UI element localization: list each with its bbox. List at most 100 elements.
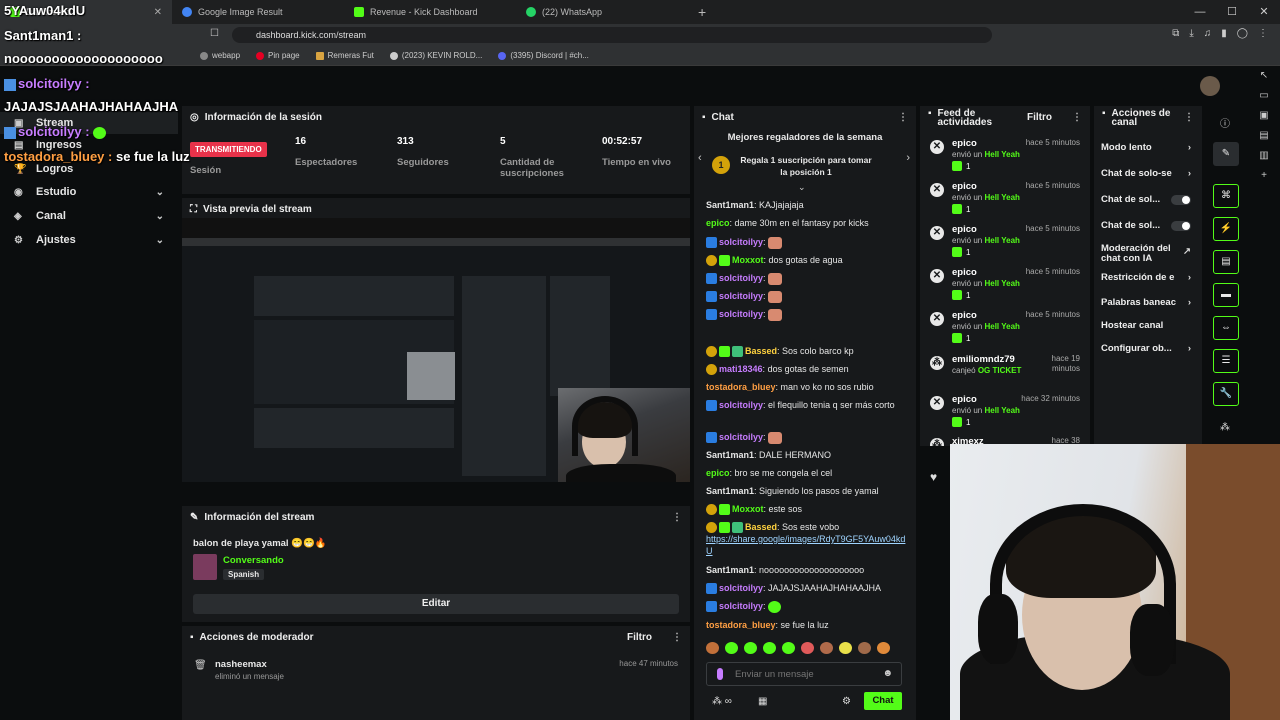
category-name[interactable]: Conversando (223, 555, 284, 566)
chat-username[interactable]: Sant1man1 (706, 450, 754, 460)
heart-icon[interactable]: ♥ (930, 470, 937, 484)
tab-whatsapp[interactable]: (22) WhatsApp (516, 0, 688, 24)
url-input[interactable]: dashboard.kick.com/stream (232, 27, 992, 43)
emote-icon[interactable] (877, 642, 890, 654)
emote-icon[interactable] (763, 642, 776, 654)
bookmark-discord[interactable]: (3395) Discord | #ch... (498, 51, 589, 60)
link-quick-action-button[interactable]: ⇔ (1213, 316, 1239, 340)
close-window-icon[interactable]: ✕ (1248, 0, 1280, 24)
chat-username[interactable]: Sant1man1 (706, 200, 754, 210)
channel-action-item[interactable]: Chat de sol... (1101, 195, 1199, 205)
bookmark-webapp[interactable]: webapp (200, 51, 240, 60)
tab-revenue[interactable]: Revenue - Kick Dashboard (344, 0, 516, 24)
chat-link[interactable]: https://share.google/images/RdyT9GF5YAuw… (706, 534, 905, 556)
more-icon[interactable]: ⋮ (672, 632, 682, 643)
flash-quick-action-button[interactable]: ⚡ (1213, 217, 1239, 241)
new-tab-button[interactable]: + (688, 4, 716, 20)
bookmark-remeras-fut[interactable]: Remeras Fut (315, 51, 374, 60)
layout-quick-action-button[interactable]: ☰ (1213, 349, 1239, 373)
chat-username[interactable]: epico (706, 218, 730, 228)
store-icon[interactable]: ▦ (758, 696, 767, 707)
channel-action-item[interactable]: Palabras baneac › (1101, 298, 1199, 308)
reading-icon[interactable]: ▥ (1254, 150, 1274, 161)
chat-username[interactable]: epico (706, 468, 730, 478)
emote-icon[interactable] (725, 642, 738, 654)
more-icon[interactable]: ⋮ (1184, 113, 1194, 123)
filter-button[interactable]: Filtro (1027, 113, 1052, 123)
edit-button[interactable]: Editar (193, 594, 679, 614)
emote-icon[interactable] (801, 642, 814, 654)
users-icon[interactable]: ⁂ ∞ (712, 696, 732, 707)
cursor-icon[interactable]: ↖ (1254, 70, 1274, 81)
chevron-right-icon[interactable]: › (906, 152, 910, 164)
emoji-icon[interactable]: ☻ (882, 668, 893, 679)
wallet-icon[interactable]: ▭ (1254, 90, 1274, 101)
sidebar-item-ajustes[interactable]: ⚙ Ajustes ⌄ (0, 229, 178, 251)
chat-username[interactable]: solcitoilyy (719, 291, 763, 301)
chat-username[interactable]: solcitoilyy (719, 273, 763, 283)
bookmark-kevin[interactable]: (2023) KEVIN ROLD... (389, 51, 482, 60)
chat-username[interactable]: solcitoilyy (719, 432, 763, 442)
chevron-left-icon[interactable]: ‹ (698, 152, 702, 164)
emote-icon[interactable] (858, 642, 871, 654)
feed-username[interactable]: epico (952, 394, 977, 405)
chat-quick-action-button[interactable]: ▬ (1213, 283, 1239, 307)
feed-username[interactable]: epico (952, 181, 977, 192)
feed-username[interactable]: epico (952, 138, 977, 149)
chat-username[interactable]: mati18346 (719, 364, 763, 374)
feed-username[interactable]: epico (952, 267, 977, 278)
share-icon[interactable]: ⁂ (1220, 422, 1230, 433)
profile-icon[interactable]: ◯ (1237, 28, 1248, 39)
music-icon[interactable]: ♫ (1204, 28, 1212, 39)
history-icon[interactable]: ▣ (1254, 110, 1274, 121)
tab-google-image-result[interactable]: Google Image Result (172, 0, 344, 24)
channel-action-item[interactable]: Chat de sol... (1101, 221, 1199, 231)
feed-username[interactable]: emiliomndz79 (952, 354, 1015, 365)
bookmarks-icon[interactable]: ▤ (1254, 130, 1274, 141)
channel-action-item[interactable]: Chat de solo-se › (1101, 169, 1199, 179)
menu-icon[interactable]: ⋮ (1258, 28, 1268, 39)
more-icon[interactable]: ⋮ (672, 512, 682, 523)
wrench-quick-action-button[interactable]: 🔧 (1213, 382, 1239, 406)
chat-username[interactable]: Bassed (745, 522, 777, 532)
chat-username[interactable]: tostadora_bluey (706, 382, 776, 392)
extension-icon[interactable]: ⧉ (1172, 28, 1179, 39)
settings-icon[interactable]: ⚙ (842, 696, 851, 707)
filter-button[interactable]: Filtro (627, 632, 652, 643)
chat-username[interactable]: Bassed (745, 346, 777, 356)
sidebar-item-estudio[interactable]: ◉ Estudio ⌄ (0, 181, 178, 203)
chat-username[interactable]: solcitoilyy (719, 400, 763, 410)
chat-username[interactable]: Moxxot (732, 255, 764, 265)
channel-action-item[interactable]: Hostear canal (1101, 321, 1199, 331)
emote-icon[interactable] (744, 642, 757, 654)
toggle-switch[interactable] (1171, 221, 1191, 231)
add-icon[interactable]: + (1254, 170, 1274, 181)
chat-username[interactable]: Moxxot (732, 504, 764, 514)
clip-quick-action-button[interactable]: ⌘ (1213, 184, 1239, 208)
feed-username[interactable]: epico (952, 310, 977, 321)
info-icon[interactable]: ⓘ (1220, 115, 1230, 130)
chat-username[interactable]: Sant1man1 (706, 486, 754, 496)
chat-username[interactable]: solcitoilyy (719, 583, 763, 593)
channel-action-item[interactable]: Configurar ob... › (1101, 344, 1199, 354)
download-icon[interactable]: ⤓ (1189, 28, 1193, 39)
chat-username[interactable]: solcitoilyy (719, 237, 763, 247)
note-quick-action-button[interactable]: ▤ (1213, 250, 1239, 274)
edit-quick-action-button[interactable]: ✎ (1213, 142, 1239, 166)
feed-username[interactable]: epico (952, 224, 977, 235)
emote-icon[interactable] (839, 642, 852, 654)
toggle-switch[interactable] (1171, 195, 1191, 205)
more-icon[interactable]: ⋮ (898, 112, 908, 123)
maximize-icon[interactable]: ☐ (1216, 0, 1248, 24)
bookmark-pin-page[interactable]: Pin page (256, 51, 300, 60)
send-chat-button[interactable]: Chat (864, 692, 902, 710)
sidebar-item-canal[interactable]: ◈ Canal ⌄ (0, 205, 178, 227)
chat-input-box[interactable]: ☻ (706, 662, 902, 686)
chat-username[interactable]: tostadora_bluey (706, 620, 776, 630)
chat-input[interactable] (735, 666, 875, 682)
more-icon[interactable]: ⋮ (1072, 113, 1082, 123)
channel-action-item[interactable]: Modo lento › (1101, 143, 1199, 153)
stream-preview[interactable] (182, 218, 690, 482)
emote-icon[interactable] (820, 642, 833, 654)
channel-action-item[interactable]: Restricción de e › (1101, 273, 1199, 283)
